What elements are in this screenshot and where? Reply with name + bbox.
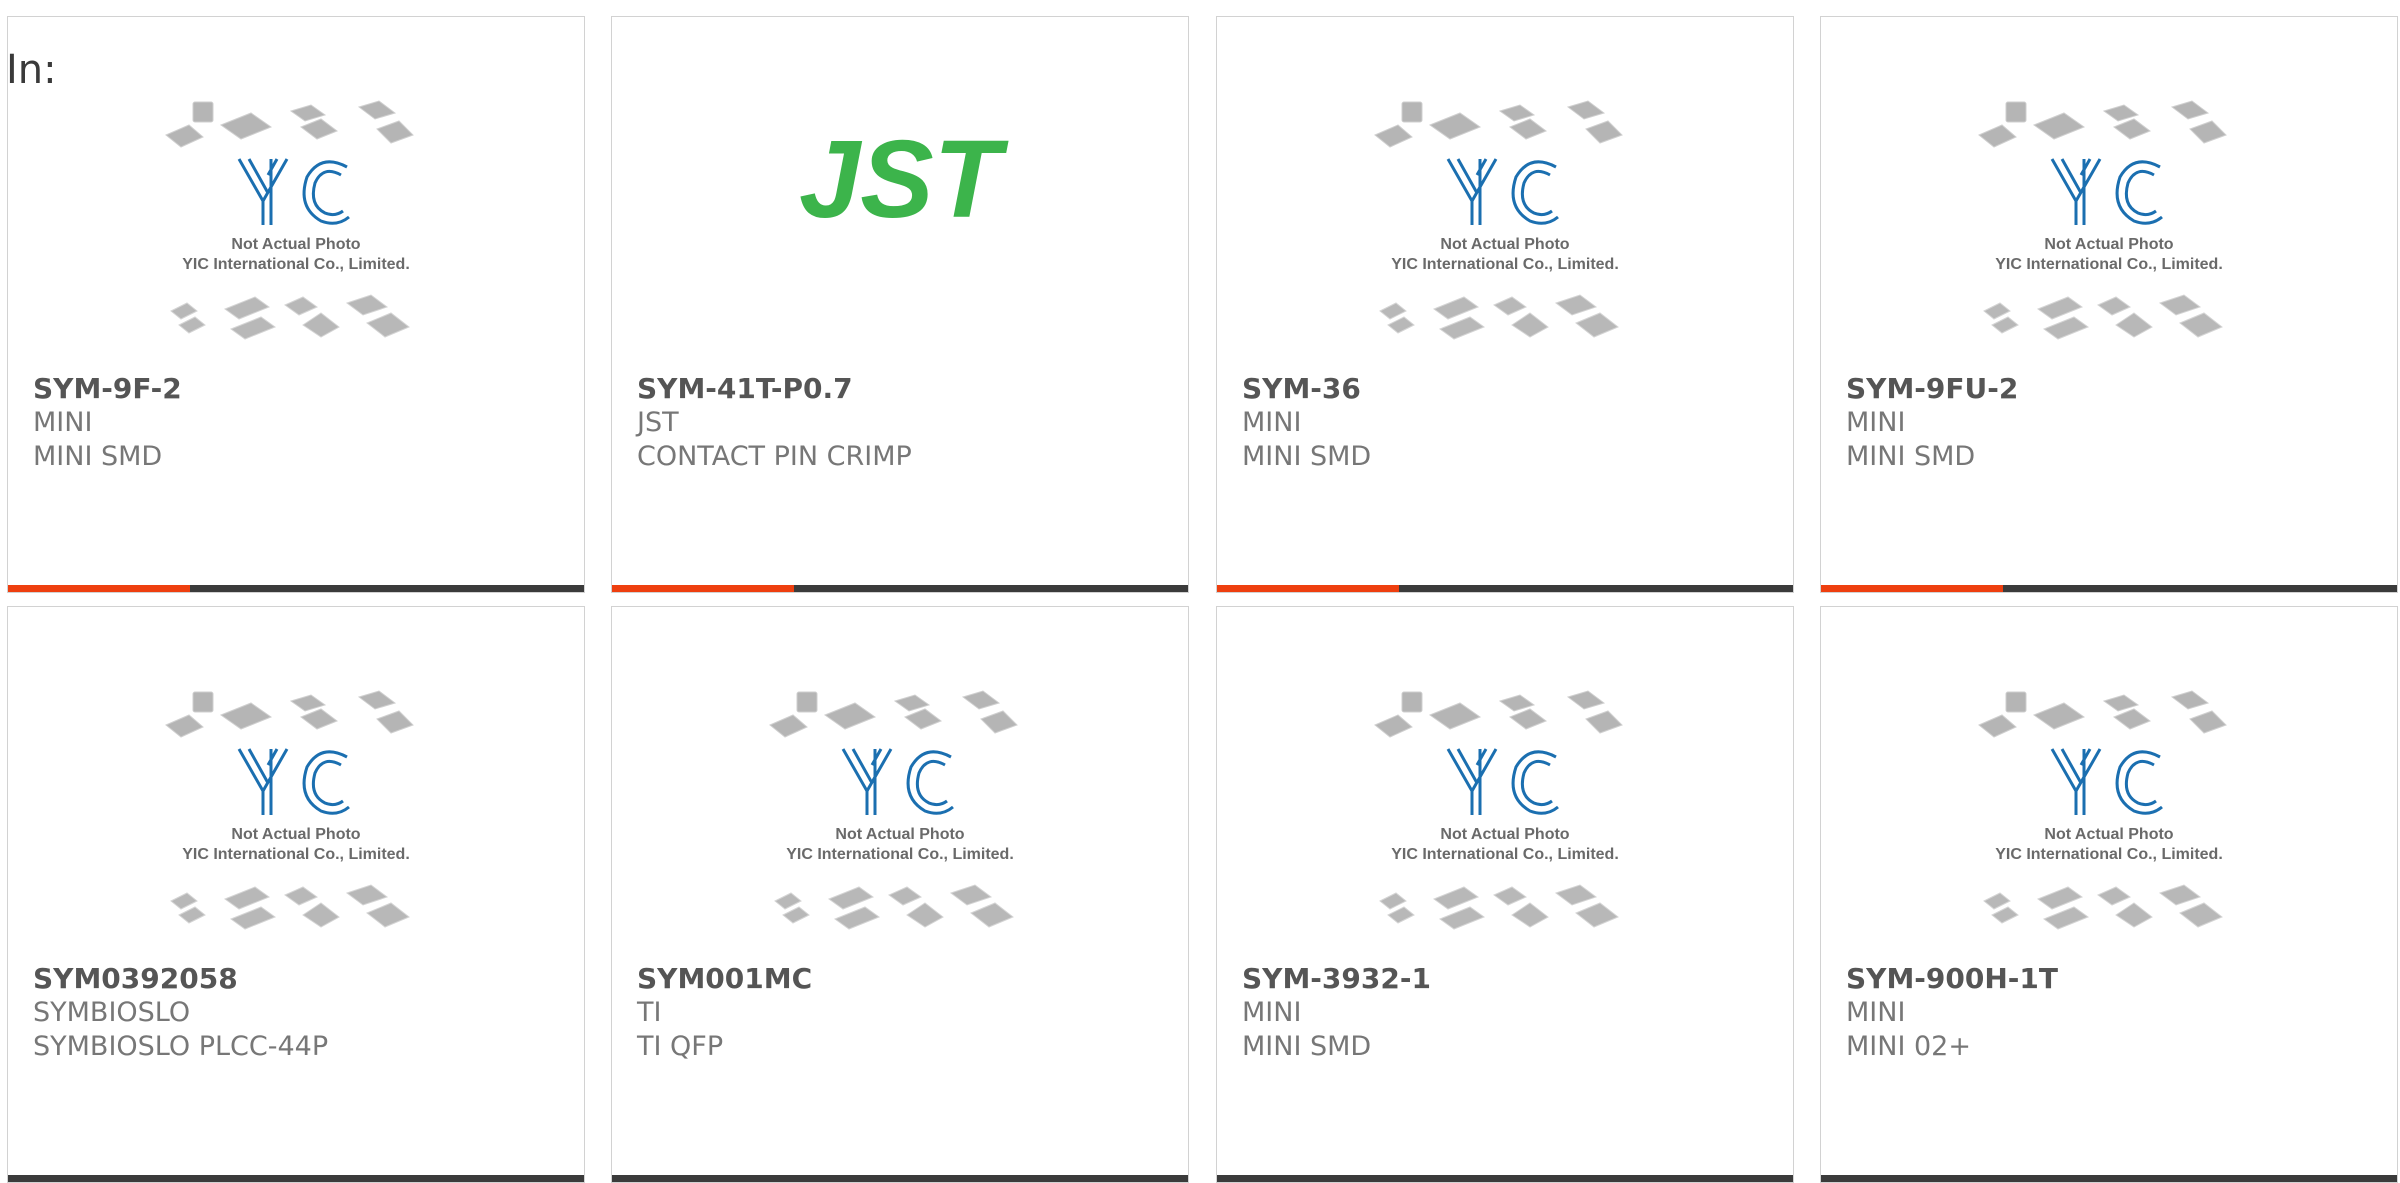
product-info: SYM-36 MINI MINI SMD	[1242, 372, 1773, 474]
svg-text:YIC International Co., Limited: YIC International Co., Limited.	[182, 256, 410, 273]
part-number[interactable]: SYM0392058	[33, 962, 564, 996]
product-description: CONTACT PIN CRIMP	[637, 441, 912, 472]
part-number[interactable]: SYM-9F-2	[33, 372, 564, 406]
card-bottom-bar	[1821, 585, 2397, 592]
card-bottom-bar	[8, 585, 584, 592]
card-accent-bar	[1821, 585, 2003, 592]
product-info: SYM0392058 SYMBIOSLO SYMBIOSLO PLCC-44P	[33, 962, 564, 1064]
svg-text:YIC International Co., Limited: YIC International Co., Limited.	[1995, 846, 2223, 863]
card-bottom-bar	[1821, 1175, 2397, 1182]
product-info: SYM001MC TI TI QFP	[637, 962, 1168, 1064]
svg-text:YIC International Co., Limited: YIC International Co., Limited.	[1995, 256, 2223, 273]
brand-name: TI	[637, 997, 662, 1028]
brand-name: MINI	[1242, 997, 1302, 1028]
svg-text:YIC International Co., Limited: YIC International Co., Limited.	[1391, 846, 1619, 863]
product-description: TI QFP	[637, 1031, 724, 1062]
product-image[interactable]: JST	[612, 117, 1188, 377]
product-card[interactable]: Not Actual Photo YIC International Co., …	[1216, 16, 1794, 593]
card-bottom-bar	[8, 1175, 584, 1182]
product-card[interactable]: Not Actual Photo YIC International Co., …	[1820, 606, 2398, 1183]
brand-name: JST	[637, 407, 679, 438]
yic-placeholder-image: Not Actual Photo YIC International Co., …	[1374, 100, 1623, 340]
yic-placeholder-image: Not Actual Photo YIC International Co., …	[1374, 690, 1623, 930]
card-bottom-bar	[1217, 1175, 1793, 1182]
yic-placeholder-image: Not Actual Photo YIC International Co., …	[165, 100, 414, 340]
yic-placeholder-image: Not Actual Photo YIC International Co., …	[1978, 690, 2227, 930]
product-card[interactable]: Not Actual Photo YIC International Co., …	[611, 606, 1189, 1183]
card-bottom-bar	[612, 1175, 1188, 1182]
card-bottom-bar	[612, 585, 1188, 592]
svg-text:JST: JST	[799, 118, 1009, 237]
product-card[interactable]: JST SYM-41T-P0.7 JST CONTACT PIN CRIMP	[611, 16, 1189, 593]
svg-text:Not Actual Photo: Not Actual Photo	[231, 826, 360, 843]
svg-text:YIC International Co., Limited: YIC International Co., Limited.	[1391, 256, 1619, 273]
part-number[interactable]: SYM-9FU-2	[1846, 372, 2377, 406]
product-info: SYM-9FU-2 MINI MINI SMD	[1846, 372, 2377, 474]
brand-name: MINI	[33, 407, 93, 438]
product-image[interactable]: Not Actual Photo YIC International Co., …	[612, 687, 1188, 947]
product-image[interactable]: Not Actual Photo YIC International Co., …	[1821, 97, 2397, 357]
product-info: SYM-3932-1 MINI MINI SMD	[1242, 962, 1773, 1064]
card-bottom-bar	[1217, 585, 1793, 592]
brand-name: MINI	[1846, 997, 1906, 1028]
card-accent-bar	[612, 585, 794, 592]
part-number[interactable]: SYM-36	[1242, 372, 1773, 406]
product-card[interactable]: Not Actual Photo YIC International Co., …	[7, 606, 585, 1183]
svg-text:YIC International Co., Limited: YIC International Co., Limited.	[182, 846, 410, 863]
svg-text:Not Actual Photo: Not Actual Photo	[835, 826, 964, 843]
svg-text:YIC International Co., Limited: YIC International Co., Limited.	[786, 846, 1014, 863]
part-number[interactable]: SYM-41T-P0.7	[637, 372, 1168, 406]
svg-text:Not Actual Photo: Not Actual Photo	[1440, 826, 1569, 843]
brand-name: MINI	[1242, 407, 1302, 438]
product-description: MINI SMD	[1846, 441, 1976, 472]
brand-name: SYMBIOSLO	[33, 997, 191, 1028]
product-card[interactable]: Not Actual Photo YIC International Co., …	[7, 16, 585, 593]
product-image[interactable]: Not Actual Photo YIC International Co., …	[8, 97, 584, 357]
yic-placeholder-image: Not Actual Photo YIC International Co., …	[1978, 100, 2227, 340]
part-number[interactable]: SYM001MC	[637, 962, 1168, 996]
brand-name: MINI	[1846, 407, 1906, 438]
product-info: SYM-9F-2 MINI MINI SMD	[33, 372, 564, 474]
product-description: MINI SMD	[1242, 441, 1372, 472]
part-number[interactable]: SYM-900H-1T	[1846, 962, 2377, 996]
product-card[interactable]: Not Actual Photo YIC International Co., …	[1820, 16, 2398, 593]
svg-text:Not Actual Photo: Not Actual Photo	[1440, 236, 1569, 253]
part-number[interactable]: SYM-3932-1	[1242, 962, 1773, 996]
product-image[interactable]: Not Actual Photo YIC International Co., …	[1821, 687, 2397, 947]
svg-text:Not Actual Photo: Not Actual Photo	[2044, 826, 2173, 843]
product-image[interactable]: Not Actual Photo YIC International Co., …	[1217, 687, 1793, 947]
card-accent-bar	[8, 585, 190, 592]
yic-placeholder-image: Not Actual Photo YIC International Co., …	[769, 690, 1018, 930]
in-label: In:	[6, 47, 57, 93]
product-info: SYM-900H-1T MINI MINI 02+	[1846, 962, 2377, 1064]
svg-text:Not Actual Photo: Not Actual Photo	[2044, 236, 2173, 253]
svg-text:Not Actual Photo: Not Actual Photo	[231, 236, 360, 253]
product-description: MINI 02+	[1846, 1031, 1971, 1062]
product-description: SYMBIOSLO PLCC-44P	[33, 1031, 329, 1062]
product-image[interactable]: Not Actual Photo YIC International Co., …	[1217, 97, 1793, 357]
jst-logo: JST	[799, 118, 1009, 237]
product-image[interactable]: Not Actual Photo YIC International Co., …	[8, 687, 584, 947]
yic-placeholder-image: Not Actual Photo YIC International Co., …	[165, 690, 414, 930]
product-description: MINI SMD	[1242, 1031, 1372, 1062]
card-accent-bar	[1217, 585, 1399, 592]
product-card[interactable]: Not Actual Photo YIC International Co., …	[1216, 606, 1794, 1183]
product-info: SYM-41T-P0.7 JST CONTACT PIN CRIMP	[637, 372, 1168, 474]
product-description: MINI SMD	[33, 441, 163, 472]
